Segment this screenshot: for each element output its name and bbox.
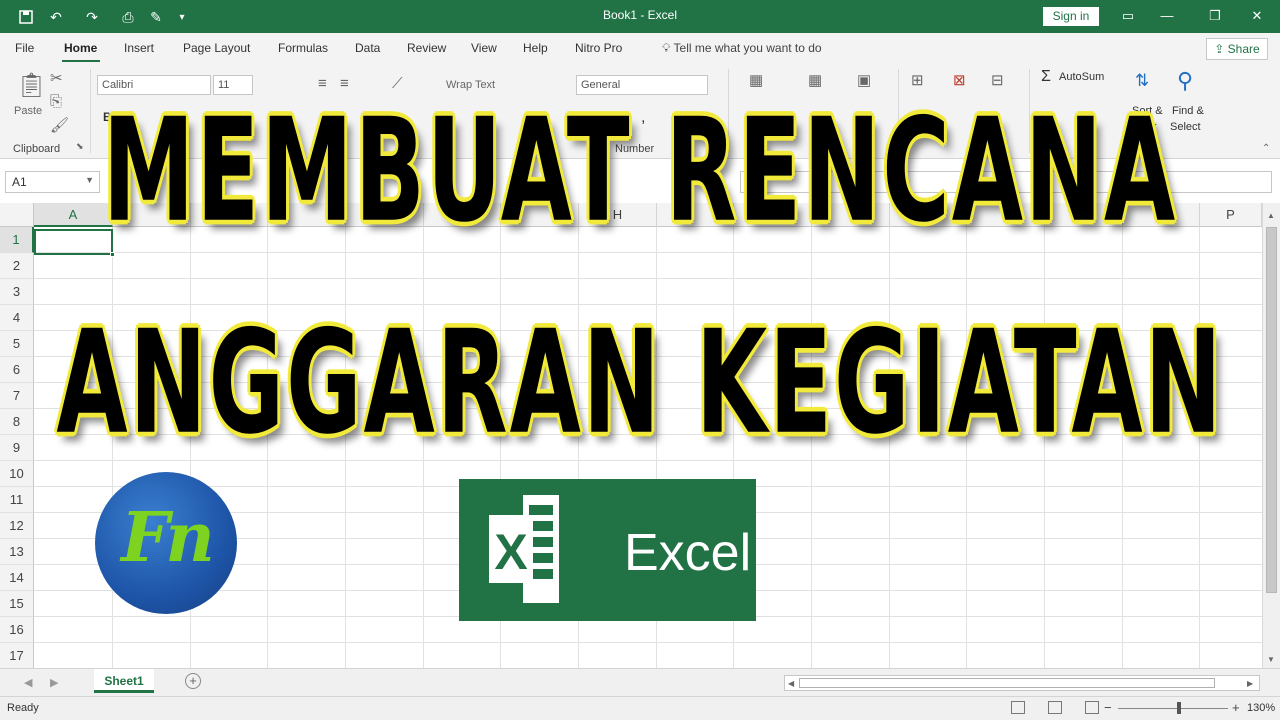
svg-text:X: X — [494, 524, 527, 580]
sheet-prev-icon[interactable]: ◀ — [24, 676, 32, 689]
row-header[interactable]: 12 — [0, 513, 34, 539]
page-layout-view-icon[interactable] — [1048, 701, 1062, 714]
tab-help[interactable]: Help — [523, 41, 548, 55]
tab-data[interactable]: Data — [355, 41, 380, 55]
add-sheet-icon[interactable]: + — [185, 673, 201, 689]
autosum-icon[interactable]: Σ — [1041, 68, 1051, 86]
tab-review[interactable]: Review — [407, 41, 446, 55]
scroll-left-icon[interactable]: ◀ — [788, 679, 794, 688]
sheet-tab-sheet1[interactable]: Sheet1 — [94, 669, 154, 693]
fn-logo-text: Fn — [121, 498, 215, 578]
zoom-in-icon[interactable]: + — [1232, 700, 1240, 715]
autosum-label[interactable]: AutoSum — [1059, 71, 1104, 83]
share-button[interactable]: ⇪ Share — [1206, 38, 1268, 60]
excel-logo: X Excel — [459, 479, 756, 621]
share-label: Share — [1227, 42, 1260, 56]
zoom-level: 130% — [1247, 702, 1276, 714]
row-header[interactable]: 15 — [0, 591, 34, 617]
overlay-title-line1: MEMBUAT RENCANA — [102, 88, 1178, 254]
cut-icon[interactable]: ✂ — [50, 69, 63, 87]
delete-cells-icon[interactable]: ⊠ — [953, 71, 966, 89]
fn-channel-logo: Fn — [95, 472, 237, 614]
row-header[interactable]: 14 — [0, 565, 34, 591]
tab-home[interactable]: Home — [64, 41, 97, 55]
title-bar: ↶ ↷ ⎙ ✎ ▾ Book1 - Excel Sign in ▭ — ❐ ✕ — [0, 0, 1280, 33]
tab-nitro-pro[interactable]: Nitro Pro — [575, 41, 622, 55]
format-cells-icon[interactable]: ⊟ — [991, 71, 1004, 89]
tab-insert[interactable]: Insert — [124, 41, 154, 55]
overlay-title-line2: ANGGARAN KEGIATAN — [56, 300, 1224, 466]
gridline — [34, 642, 1262, 643]
format-as-table-icon[interactable]: ▦ — [808, 71, 822, 89]
ribbon-display-icon[interactable]: ▭ — [1113, 5, 1143, 27]
scroll-right-icon[interactable]: ▶ — [1247, 679, 1253, 688]
zoom-slider-thumb[interactable] — [1177, 702, 1181, 714]
active-tab-indicator — [62, 60, 100, 62]
conditional-formatting-icon[interactable]: ▦ — [749, 71, 763, 89]
excel-x-icon: X — [489, 495, 559, 603]
ribbon-tabs: File Home Insert Page Layout Formulas Da… — [0, 33, 1280, 63]
minimize-icon[interactable]: — — [1152, 5, 1182, 27]
tab-formulas[interactable]: Formulas — [278, 41, 328, 55]
close-icon[interactable]: ✕ — [1242, 5, 1272, 27]
sign-in-button[interactable]: Sign in — [1043, 7, 1099, 26]
zoom-slider[interactable] — [1118, 708, 1228, 709]
row-header[interactable]: 2 — [0, 253, 34, 279]
sheet-tabs-bar: ◀ ▶ Sheet1 + ◀ ▶ — [0, 668, 1280, 696]
lightbulb-icon: 💡︎ — [662, 41, 674, 55]
tab-page-layout[interactable]: Page Layout — [183, 41, 250, 55]
tell-me-search[interactable]: 💡︎ Tell me what you want to do — [662, 41, 822, 56]
page-break-view-icon[interactable] — [1085, 701, 1099, 714]
row-header[interactable]: 17 — [0, 643, 34, 668]
scroll-down-icon[interactable]: ▼ — [1267, 655, 1275, 664]
excel-logo-word: Excel — [624, 524, 752, 582]
row-header[interactable]: 11 — [0, 487, 34, 513]
row-header[interactable]: 13 — [0, 539, 34, 565]
cell-styles-icon[interactable]: ▣ — [857, 71, 871, 89]
normal-view-icon[interactable] — [1011, 701, 1025, 714]
share-icon: ⇪ — [1214, 42, 1228, 56]
horizontal-scroll-thumb[interactable] — [799, 678, 1215, 688]
restore-icon[interactable]: ❐ — [1200, 5, 1230, 27]
horizontal-scrollbar[interactable]: ◀ ▶ — [784, 675, 1260, 691]
gridline — [34, 278, 1262, 279]
tab-view[interactable]: View — [471, 41, 497, 55]
status-text: Ready — [7, 702, 39, 714]
zoom-out-icon[interactable]: − — [1104, 700, 1112, 715]
status-bar: Ready − + 130% — [0, 696, 1280, 720]
insert-cells-icon[interactable]: ⊞ — [911, 71, 924, 89]
sheet-next-icon[interactable]: ▶ — [50, 676, 58, 689]
row-header[interactable]: 16 — [0, 617, 34, 643]
tell-me-text: Tell me what you want to do — [673, 41, 822, 55]
tab-file[interactable]: File — [15, 41, 34, 55]
